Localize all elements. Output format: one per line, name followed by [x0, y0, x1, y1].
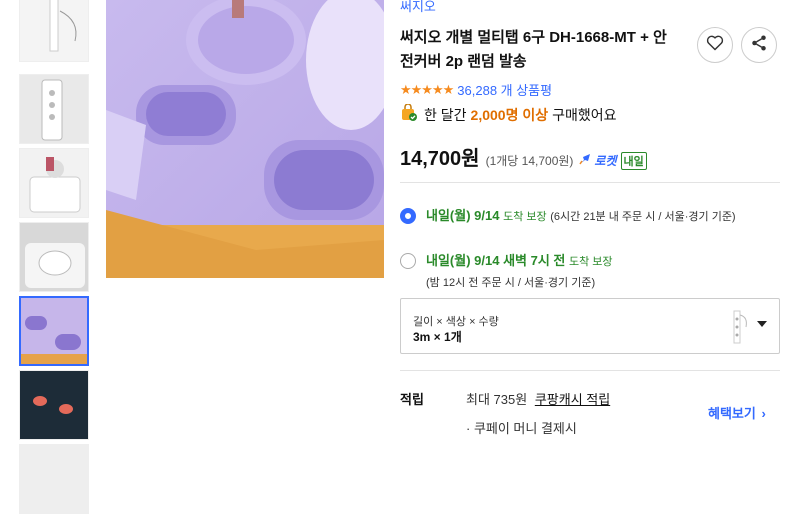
- rocket-label: 로켓: [594, 154, 617, 168]
- purchase-stat: 한 달간 2,000명 이상 구매했어요: [400, 103, 617, 125]
- thumbnail-6[interactable]: [19, 370, 89, 440]
- thumbnail-7[interactable]: [19, 444, 89, 514]
- option-selector[interactable]: 길이 × 색상 × 수량 3m × 1개: [400, 298, 780, 354]
- rocket-icon: [579, 153, 593, 168]
- thumbnail-3[interactable]: [19, 148, 89, 218]
- wishlist-button[interactable]: [697, 27, 733, 63]
- price-row: 14,700원 (1개당 14,700원) 로켓 내일: [400, 142, 647, 171]
- unit-price: (1개당 14,700원): [485, 154, 574, 168]
- option-label: 길이 × 색상 × 수량: [413, 316, 499, 328]
- star-rating: ★★★★★: [400, 81, 454, 97]
- review-count-link[interactable]: 36,288 개 상품평: [457, 80, 552, 99]
- reward-line: 최대 735원 쿠팡캐시 적립: [466, 389, 610, 408]
- delivery-radio-1[interactable]: [400, 208, 416, 224]
- delivery-date-2: 내일(월) 9/14 새벽 7시 전: [426, 253, 566, 268]
- delivery-radio-2[interactable]: [400, 253, 416, 269]
- reward-max: 최대 735원: [466, 392, 528, 407]
- bought-highlight: 2,000명 이상: [470, 106, 549, 123]
- benefit-link[interactable]: 혜택보기 ›: [708, 403, 766, 422]
- delivery-date-1: 내일(월) 9/14: [426, 208, 500, 223]
- rating-row: ★★★★★ 36,288 개 상품평: [400, 80, 552, 99]
- tomorrow-badge: 내일: [620, 151, 647, 170]
- chevron-right-icon: ›: [761, 406, 766, 421]
- thumbnail-1[interactable]: [19, 0, 89, 62]
- sale-price: 14,700원: [400, 148, 480, 170]
- main-product-image: [106, 0, 384, 278]
- delivery-detail-1: (6시간 21분 내 주문 시 / 서울·경기 기준): [550, 211, 736, 223]
- option-thumbnail: [722, 307, 752, 347]
- share-icon: [750, 34, 768, 57]
- heart-icon: [706, 35, 724, 56]
- divider: [400, 370, 780, 371]
- bought-suffix: 구매했어요: [552, 106, 617, 123]
- delivery-kind-1: 도착 보장: [503, 211, 547, 223]
- thumbnail-5-selected[interactable]: [19, 296, 89, 366]
- shopping-bag-check-icon: [400, 103, 418, 125]
- delivery-kind-2: 도착 보장: [568, 256, 613, 268]
- product-title: 써지오 개별 멀티탭 6구 DH-1668-MT + 안전커버 2p 랜덤 발송: [400, 29, 667, 70]
- bought-prefix: 한 달간: [424, 106, 467, 123]
- delivery-option-1[interactable]: 내일(월) 9/14 도착 보장 (6시간 21분 내 주문 시 / 서울·경기…: [400, 206, 785, 227]
- chevron-down-icon: [757, 321, 767, 327]
- option-value: 3m × 1개: [413, 330, 462, 344]
- reward-label: 적립: [400, 392, 424, 407]
- thumbnail-2[interactable]: [19, 74, 89, 144]
- coupay-note: · 쿠페이 머니 결제시: [466, 421, 577, 436]
- divider: [400, 182, 780, 183]
- brand-link[interactable]: 써지오: [400, 0, 436, 15]
- benefit-label: 혜택보기: [708, 406, 756, 421]
- rocket-badge: 로켓 내일: [579, 151, 647, 170]
- delivery-option-2[interactable]: 내일(월) 9/14 새벽 7시 전 도착 보장 (밤 12시 전 주문 시 /…: [400, 251, 785, 293]
- share-button[interactable]: [741, 27, 777, 63]
- delivery-detail-2: (밤 12시 전 주문 시 / 서울·경기 기준): [426, 277, 596, 289]
- coupang-cash-link[interactable]: 쿠팡캐시 적립: [535, 392, 610, 407]
- thumbnail-4[interactable]: [19, 222, 89, 292]
